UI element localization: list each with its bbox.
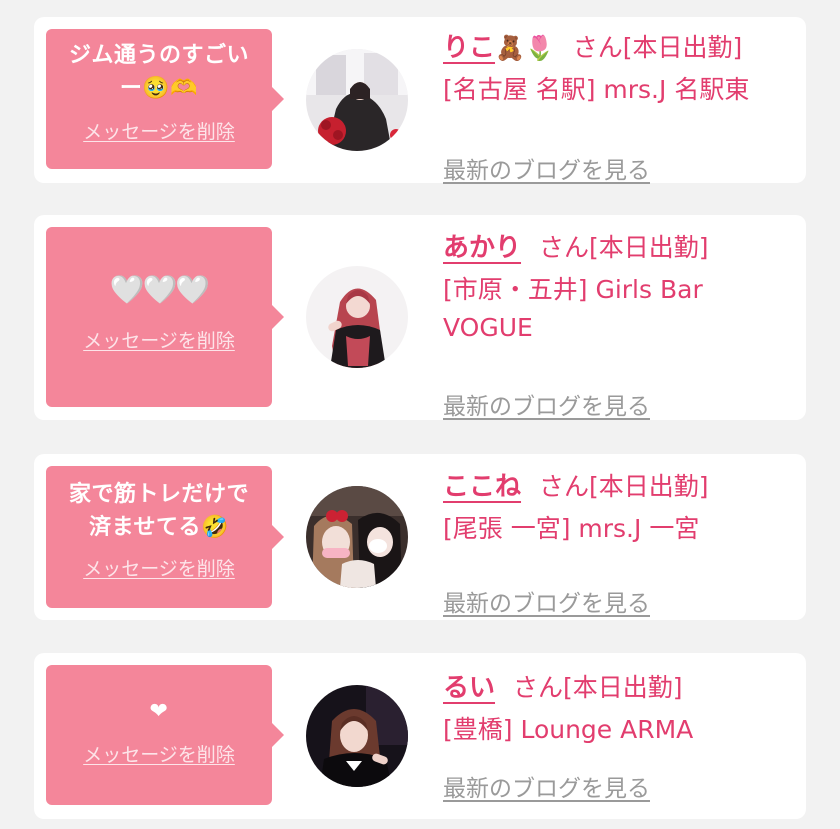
avatar[interactable] [306, 685, 408, 787]
shop-name: [名古屋 名駅] mrs.J 名駅東 [443, 75, 750, 104]
avatar[interactable] [306, 49, 408, 151]
cast-info: あかり さん[本日出勤] [市原・五井] Girls Bar VOGUE 最新のブ… [443, 231, 793, 420]
avatar[interactable] [306, 486, 408, 588]
avatar[interactable] [306, 266, 408, 368]
latest-blog-link[interactable]: 最新のブログを見る [443, 584, 650, 618]
message-bubble: 家で筋トレだけで 済ませてる🤣 メッセージを削除 [46, 466, 284, 608]
message-text: ジム通うのすごい ー🥹🫶 [46, 39, 272, 105]
message-card: ❤ メッセージを削除 るい さん[本日出勤] [豊橋] Lounge ARMA 最… [34, 653, 806, 819]
honorific: さん [539, 472, 590, 501]
shop-name: [市原・五井] Girls Bar VOGUE [443, 275, 703, 342]
status-label: [本日出勤] [589, 472, 709, 501]
status-label: [本日出勤] [622, 33, 743, 62]
latest-blog-link[interactable]: 最新のブログを見る [443, 769, 650, 803]
cast-name-link[interactable]: あかり [443, 233, 521, 263]
message-text: ❤ [149, 699, 169, 724]
status-label: [本日出勤] [589, 233, 709, 262]
latest-blog-link[interactable]: 最新のブログを見る [443, 151, 650, 185]
cast-info: ここね さん[本日出勤] [尾張 一宮] mrs.J 一宮 最新のブログを見る [443, 470, 793, 617]
cast-name-link[interactable]: りこ🧸🌷 [443, 33, 555, 63]
shop-name: [尾張 一宮] mrs.J 一宮 [443, 514, 700, 543]
cast-info: りこ🧸🌷 さん[本日出勤] [名古屋 名駅] mrs.J 名駅東 最新のブログを見… [443, 31, 793, 184]
message-card: 🤍🤍🤍 メッセージを削除 あかり さん[本日出勤] [市原・五井] Girls B… [34, 215, 806, 420]
honorific: さん [513, 673, 564, 702]
message-card: ジム通うのすごい ー🥹🫶 メッセージを削除 りこ🧸🌷 さん[本日出勤] [名古屋 … [34, 17, 806, 184]
message-card: 家で筋トレだけで 済ませてる🤣 メッセージを削除 ここね さん[本日出勤] [尾張… [34, 454, 806, 620]
cast-info: るい さん[本日出勤] [豊橋] Lounge ARMA 最新のブログを見る [443, 671, 793, 802]
delete-message-link[interactable]: メッセージを削除 [83, 117, 235, 144]
message-bubble: ジム通うのすごい ー🥹🫶 メッセージを削除 [46, 29, 284, 169]
delete-message-link[interactable]: メッセージを削除 [83, 740, 235, 767]
shop-name: [豊橋] Lounge ARMA [443, 715, 694, 744]
message-bubble: ❤ メッセージを削除 [46, 665, 284, 805]
honorific: さん [572, 33, 623, 62]
delete-message-link[interactable]: メッセージを削除 [83, 554, 235, 581]
message-bubble: 🤍🤍🤍 メッセージを削除 [46, 227, 284, 407]
latest-blog-link[interactable]: 最新のブログを見る [443, 387, 650, 421]
honorific: さん [539, 233, 590, 262]
message-text: 🤍🤍🤍 [109, 273, 211, 306]
cast-name-link[interactable]: ここね [443, 472, 521, 502]
cast-name-link[interactable]: るい [443, 673, 495, 703]
message-text: 家で筋トレだけで 済ませてる🤣 [46, 478, 272, 544]
rofl-emoji: 🤣 [200, 515, 229, 540]
pleading-hands-heart-emoji: 🥹🫶 [142, 76, 199, 101]
status-label: [本日出勤] [563, 673, 683, 702]
delete-message-link[interactable]: メッセージを削除 [83, 326, 235, 353]
teddy-bear-tulip-emoji: 🧸🌷 [495, 34, 555, 62]
